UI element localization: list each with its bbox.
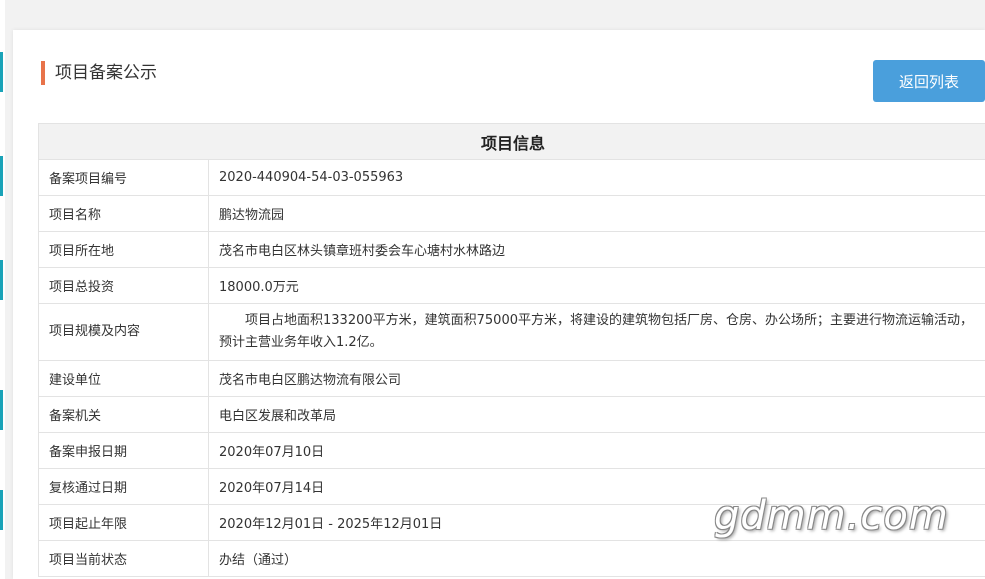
watermark: gdmm.com	[714, 493, 949, 539]
table-row: 项目所在地 茂名市电白区林头镇章班村委会车心塘村水林路边	[38, 231, 985, 268]
row-value: 鹏达物流园	[208, 195, 985, 232]
row-label: 项目名称	[38, 195, 209, 232]
row-value: 2020-440904-54-03-055963	[208, 159, 985, 196]
row-label: 备案申报日期	[38, 432, 209, 469]
sidebar-tick	[0, 490, 3, 530]
row-value: 18000.0万元	[208, 267, 985, 304]
row-label: 项目规模及内容	[38, 303, 209, 361]
table-row: 项目当前状态 办结（通过）	[38, 540, 985, 577]
page-title: 项目备案公示	[41, 61, 157, 85]
row-label: 建设单位	[38, 360, 209, 397]
row-label: 项目起止年限	[38, 504, 209, 541]
sidebar-tick	[0, 52, 3, 92]
row-value: 茂名市电白区林头镇章班村委会车心塘村水林路边	[208, 231, 985, 268]
table-row: 备案机关 电白区发展和改革局	[38, 396, 985, 433]
left-sidebar-edge	[0, 0, 5, 579]
row-value: 2020年07月10日	[208, 432, 985, 469]
row-label: 项目当前状态	[38, 540, 209, 577]
row-value: 茂名市电白区鹏达物流有限公司	[208, 360, 985, 397]
table-row: 项目名称 鹏达物流园	[38, 195, 985, 232]
scale-content-text: 项目占地面积133200平方米，建筑面积75000平方米，将建设的建筑物包括厂房…	[219, 313, 973, 350]
row-label: 备案机关	[38, 396, 209, 433]
row-label: 项目总投资	[38, 267, 209, 304]
table-row: 备案项目编号 2020-440904-54-03-055963	[38, 159, 985, 196]
table-row: 项目规模及内容 项目占地面积133200平方米，建筑面积75000平方米，将建设…	[38, 303, 985, 361]
sidebar-tick	[0, 260, 3, 300]
back-to-list-button[interactable]: 返回列表	[873, 60, 985, 102]
row-label: 备案项目编号	[38, 159, 209, 196]
sidebar-tick	[0, 156, 3, 196]
row-label: 项目所在地	[38, 231, 209, 268]
row-value: 电白区发展和改革局	[208, 396, 985, 433]
sidebar-tick	[0, 390, 3, 430]
row-value: 项目占地面积133200平方米，建筑面积75000平方米，将建设的建筑物包括厂房…	[208, 303, 985, 361]
table-row: 项目总投资 18000.0万元	[38, 267, 985, 304]
row-value: 办结（通过）	[208, 540, 985, 577]
table-header: 项目信息	[38, 123, 985, 160]
table-row: 建设单位 茂名市电白区鹏达物流有限公司	[38, 360, 985, 397]
table-row: 备案申报日期 2020年07月10日	[38, 432, 985, 469]
row-label: 复核通过日期	[38, 468, 209, 505]
